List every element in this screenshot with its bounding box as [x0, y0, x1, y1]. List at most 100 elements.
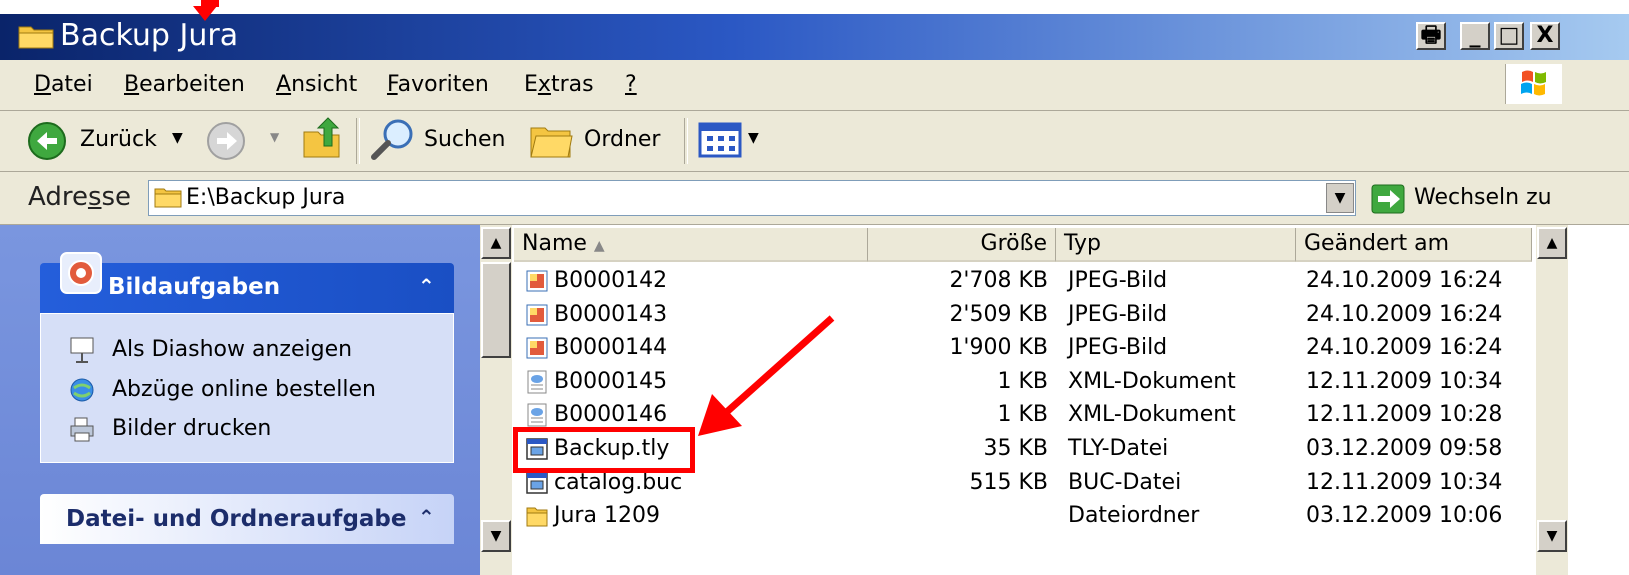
- highlight-box: [513, 427, 695, 473]
- menu-accel: A: [276, 72, 292, 97]
- menu-accel: F: [387, 72, 398, 97]
- file-size: 515 KB: [969, 469, 1048, 495]
- menu-accel: ?: [625, 72, 637, 97]
- file-name[interactable]: B0000144: [554, 333, 667, 363]
- folder-up-icon[interactable]: [300, 116, 344, 162]
- file-modified: 03.12.2009 09:58: [1306, 436, 1503, 461]
- address-label-part: Adre: [28, 182, 88, 212]
- search-icon[interactable]: [368, 116, 418, 164]
- file-modified: 12.11.2009 10:28: [1306, 402, 1503, 428]
- sort-ascending-icon: ▲: [593, 238, 605, 254]
- file-name[interactable]: Jura 1209: [554, 501, 660, 531]
- jpeg-file-icon: [526, 270, 548, 292]
- xml-file-icon: [527, 370, 547, 394]
- menu-label: tras: [550, 72, 594, 97]
- printer-icon: [70, 417, 94, 442]
- menu-accel: B: [124, 72, 140, 97]
- task-print-link[interactable]: Bilder drucken: [112, 415, 271, 443]
- column-header-size[interactable]: Größe: [868, 228, 1056, 262]
- slideshow-icon: [70, 337, 94, 363]
- forward-dropdown-icon[interactable]: ▼: [270, 130, 279, 144]
- file-folder-tasks-title[interactable]: Datei- und Ordneraufgabe: [66, 504, 407, 534]
- xml-file-icon: [527, 403, 547, 427]
- chevron-down-icon: ▼: [1334, 190, 1346, 206]
- menu-accel: x: [537, 72, 551, 97]
- scroll-up-button[interactable]: ▲: [481, 227, 511, 259]
- scroll-up-icon: ▲: [1546, 235, 1558, 251]
- task-slideshow-link[interactable]: Als Diashow anzeigen: [112, 336, 352, 364]
- address-value[interactable]: E:\Backup Jura: [186, 184, 345, 212]
- file-size: 1'900 KB: [949, 335, 1048, 361]
- column-header-type[interactable]: Typ: [1056, 228, 1296, 262]
- file-modified: 12.11.2009 10:34: [1306, 368, 1503, 394]
- folder-icon: [154, 188, 182, 208]
- menu-label: E: [524, 72, 538, 97]
- close-button[interactable]: X: [1530, 22, 1560, 50]
- back-arrow-icon[interactable]: [26, 120, 72, 162]
- menu-help[interactable]: ?: [625, 72, 637, 98]
- views-dropdown-icon[interactable]: ▼: [748, 130, 759, 146]
- back-button[interactable]: Zurück: [80, 126, 157, 154]
- column-header-name[interactable]: Name ▲: [514, 228, 868, 262]
- jpeg-file-icon: [526, 337, 548, 359]
- maximize-button[interactable]: □: [1494, 22, 1524, 50]
- column-header-modified[interactable]: Geändert am: [1296, 228, 1532, 262]
- minimize-button[interactable]: _: [1460, 22, 1490, 50]
- file-type: JPEG-Bild: [1068, 335, 1168, 361]
- picture-tasks-icon: [60, 252, 102, 294]
- file-type: BUC-Datei: [1068, 469, 1182, 495]
- go-button[interactable]: Wechseln zu: [1414, 184, 1552, 212]
- file-name[interactable]: B0000143: [554, 300, 667, 330]
- file-type: XML-Dokument: [1068, 368, 1236, 394]
- file-size: 1 KB: [997, 402, 1048, 428]
- file-name[interactable]: B0000145: [554, 367, 667, 397]
- folders-icon[interactable]: [528, 118, 576, 162]
- menu-label: nsicht: [291, 72, 358, 97]
- menu-bearbeiten[interactable]: Bearbeiten: [124, 72, 245, 98]
- buc-file-icon: [526, 471, 548, 494]
- file-modified: 24.10.2009 16:24: [1306, 335, 1503, 361]
- views-icon[interactable]: [698, 122, 744, 158]
- annotation-arrow: [698, 315, 835, 436]
- file-size: 35 KB: [983, 436, 1048, 461]
- toolbar-separator: [356, 118, 360, 164]
- address-label-part: se: [101, 182, 132, 212]
- file-name[interactable]: B0000146: [554, 400, 667, 430]
- menu-label: atei: [50, 72, 93, 97]
- scroll-down-button[interactable]: ▼: [1537, 520, 1567, 552]
- menu-accel: D: [34, 72, 51, 97]
- forward-arrow-icon[interactable]: [204, 120, 250, 162]
- go-arrow-icon[interactable]: [1370, 183, 1406, 215]
- file-type: TLY-Datei: [1068, 436, 1169, 461]
- scroll-thumb[interactable]: [481, 262, 511, 358]
- collapse-icon[interactable]: ⌃: [418, 274, 435, 298]
- file-type: XML-Dokument: [1068, 402, 1236, 428]
- windows-logo-icon: [1505, 64, 1562, 104]
- scroll-down-button[interactable]: ▼: [481, 520, 511, 552]
- print-button[interactable]: 🖶: [1416, 22, 1446, 50]
- task-order-prints-link[interactable]: Abzüge online bestellen: [112, 376, 376, 404]
- title-bar[interactable]: [0, 14, 1629, 60]
- window-title: Backup Jura: [60, 18, 239, 53]
- menu-datei[interactable]: Datei: [34, 72, 93, 98]
- file-name[interactable]: B0000142: [554, 266, 667, 296]
- file-size: 2'509 KB: [949, 301, 1048, 327]
- search-button[interactable]: Suchen: [424, 126, 505, 154]
- menu-favoriten[interactable]: Favoriten: [387, 72, 489, 98]
- back-dropdown-icon[interactable]: ▼: [172, 130, 183, 146]
- menu-extras[interactable]: Extras: [524, 72, 594, 98]
- file-modified: 03.12.2009 10:06: [1306, 503, 1503, 529]
- folder-icon: [526, 507, 548, 527]
- address-label-accel: s: [87, 182, 102, 212]
- file-modified: 12.11.2009 10:34: [1306, 469, 1503, 495]
- folders-button[interactable]: Ordner: [584, 126, 660, 154]
- file-size: 2'708 KB: [949, 268, 1048, 293]
- address-dropdown-button[interactable]: ▼: [1326, 183, 1354, 213]
- scroll-down-icon: ▼: [1546, 528, 1558, 544]
- collapse-icon[interactable]: ⌃: [418, 505, 435, 529]
- menu-ansicht[interactable]: Ansicht: [276, 72, 357, 98]
- picture-tasks-title[interactable]: Bildaufgaben: [108, 272, 280, 302]
- scroll-up-button[interactable]: ▲: [1537, 227, 1567, 259]
- folder-icon: [18, 26, 54, 49]
- menu-label: avoriten: [397, 72, 489, 97]
